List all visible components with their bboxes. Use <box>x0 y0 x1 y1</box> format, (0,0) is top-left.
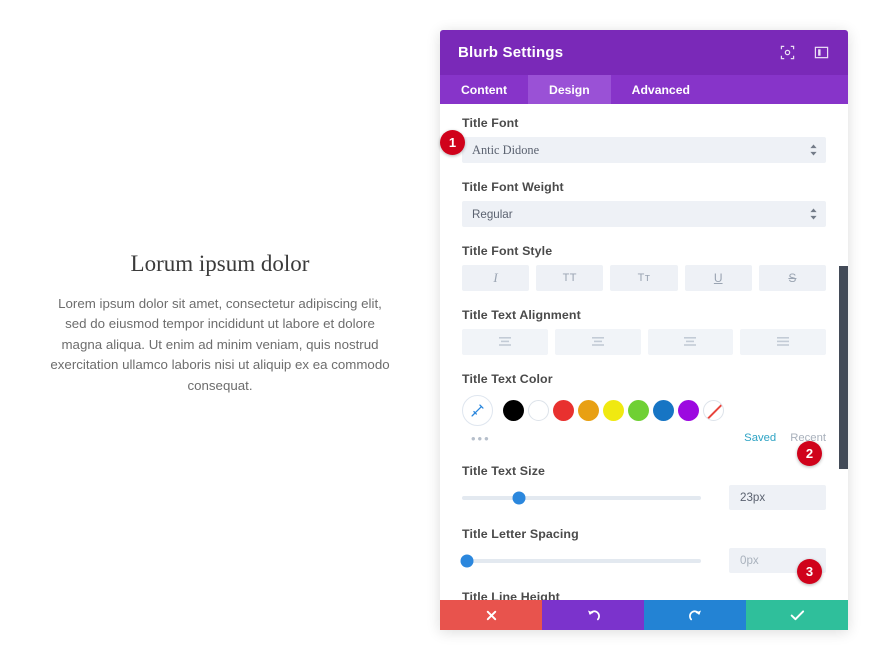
save-button[interactable] <box>746 600 848 630</box>
swatch-green[interactable] <box>628 399 649 421</box>
screen: Lorum ipsum dolor Lorem ipsum dolor sit … <box>0 0 880 663</box>
title-text-color-label: Title Text Color <box>462 372 553 386</box>
title-font-style-label: Title Font Style <box>462 244 553 258</box>
modal-body: Title Font Antic Didone Title Font Weigh… <box>440 104 848 600</box>
align-right-button[interactable] <box>647 329 734 355</box>
swatch-transparent[interactable] <box>703 399 724 421</box>
saved-colors-link[interactable]: Saved <box>744 432 776 444</box>
slider-track <box>462 491 701 504</box>
slider-handle[interactable] <box>512 491 526 504</box>
title-font-value: Antic Didone <box>472 142 540 157</box>
title-font-weight-label: Title Font Weight <box>462 180 564 194</box>
focus-target-icon[interactable] <box>779 44 796 61</box>
strikethrough-icon: S <box>788 271 797 285</box>
title-text-size-slider[interactable] <box>462 489 701 507</box>
field-title-text-size: Title Text Size 23px <box>462 464 826 510</box>
uppercase-button[interactable]: TT <box>536 265 604 291</box>
color-meta-row: ••• Saved Recent <box>462 429 826 447</box>
align-center-button[interactable] <box>554 329 641 355</box>
swatch-red[interactable] <box>553 399 574 421</box>
redo-icon <box>688 609 701 620</box>
field-title-text-alignment: Title Text Alignment <box>462 308 826 355</box>
more-colors-button[interactable]: ••• <box>471 431 491 446</box>
align-left-button[interactable] <box>462 329 548 355</box>
layout-panel-icon[interactable] <box>813 44 830 61</box>
swatch-white[interactable] <box>528 399 549 421</box>
checkmark-icon <box>790 609 804 620</box>
align-center-icon <box>591 336 604 346</box>
annotation-badge-3: 3 <box>797 559 822 584</box>
capitalize-icon: Tᴛ <box>637 272 651 284</box>
chevron-updown-icon <box>810 208 817 220</box>
swatch-purple[interactable] <box>678 399 699 421</box>
title-text-size-control: 23px <box>462 485 826 510</box>
tab-content[interactable]: Content <box>440 75 528 104</box>
uppercase-icon: TT <box>562 272 578 284</box>
title-font-select[interactable]: Antic Didone <box>462 137 826 163</box>
strikethrough-button[interactable]: S <box>758 265 827 291</box>
redo-button[interactable] <box>644 600 746 630</box>
field-title-letter-spacing: Title Letter Spacing 0px <box>460 527 826 573</box>
underline-button[interactable]: U <box>684 265 752 291</box>
underline-icon: U <box>713 271 723 285</box>
tab-advanced[interactable]: Advanced <box>611 75 711 104</box>
annotation-badge-1: 1 <box>440 130 465 155</box>
modal-header-icons <box>779 44 830 61</box>
annotation-badge-2: 2 <box>797 441 822 466</box>
undo-button[interactable] <box>542 600 644 630</box>
title-font-weight-value: Regular <box>472 207 513 221</box>
swatch-black[interactable] <box>503 399 524 421</box>
title-letter-spacing-control: 0px <box>460 548 826 573</box>
align-right-icon <box>684 336 697 346</box>
close-button[interactable] <box>440 600 542 630</box>
title-text-alignment-buttons <box>462 329 826 355</box>
swatch-blue[interactable] <box>653 399 674 421</box>
modal-scrollbar[interactable] <box>839 266 848 469</box>
eyedropper-icon[interactable] <box>462 394 493 426</box>
slider-track <box>460 554 701 567</box>
align-justify-icon <box>777 336 790 346</box>
blurb-preview-canvas: Lorum ipsum dolor Lorem ipsum dolor sit … <box>0 0 440 663</box>
field-title-line-height: Title Line Height 1.5em <box>462 590 826 600</box>
modal-header: Blurb Settings <box>440 30 848 75</box>
modal-tabbar: Content Design Advanced <box>440 75 848 104</box>
undo-icon <box>587 609 600 620</box>
title-font-weight-select[interactable]: Regular <box>462 201 826 227</box>
field-title-text-color: Title Text Color ••• Saved Recent <box>462 372 826 447</box>
italic-icon: I <box>493 270 498 285</box>
title-text-size-input[interactable]: 23px <box>729 485 826 510</box>
title-text-alignment-label: Title Text Alignment <box>462 308 581 322</box>
tab-design[interactable]: Design <box>528 75 611 104</box>
title-font-label: Title Font <box>462 116 519 130</box>
modal-title: Blurb Settings <box>458 44 564 61</box>
preview-title: Lorum ipsum dolor <box>130 251 310 276</box>
preview-body-text: Lorem ipsum dolor sit amet, consectetur … <box>50 295 390 393</box>
title-font-style-buttons: I TT Tᴛ U S <box>462 265 827 291</box>
title-letter-spacing-label: Title Letter Spacing <box>462 527 579 541</box>
slider-handle[interactable] <box>460 554 474 567</box>
capitalize-button[interactable]: Tᴛ <box>610 265 678 291</box>
swatch-yellow[interactable] <box>603 399 624 421</box>
chevron-updown-icon <box>810 144 817 156</box>
field-title-font: Title Font Antic Didone <box>462 116 826 163</box>
title-line-height-label: Title Line Height <box>462 590 560 600</box>
field-title-font-style: Title Font Style I TT Tᴛ U S <box>462 244 827 291</box>
blurb-settings-modal: Blurb Settings Content Design Advanced T… <box>440 30 848 630</box>
align-justify-button[interactable] <box>740 329 826 355</box>
align-left-icon <box>498 336 511 346</box>
color-swatch-row <box>462 393 826 427</box>
title-letter-spacing-slider[interactable] <box>460 552 701 570</box>
swatch-orange[interactable] <box>578 399 599 421</box>
field-title-font-weight: Title Font Weight Regular <box>462 180 826 227</box>
close-icon <box>486 610 496 620</box>
modal-footer <box>440 600 848 630</box>
italic-button[interactable]: I <box>462 265 530 291</box>
title-text-size-label: Title Text Size <box>462 464 545 478</box>
